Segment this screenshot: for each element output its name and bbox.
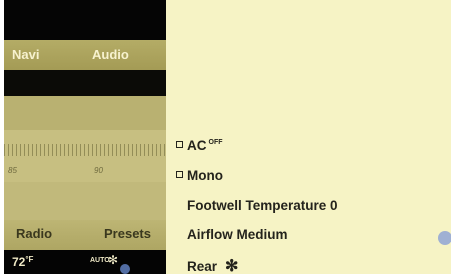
main-nav-bar: Navi Audio bbox=[4, 40, 170, 70]
tab-audio[interactable]: Audio bbox=[92, 47, 129, 62]
ac-toggle[interactable]: AC OFF bbox=[176, 138, 223, 153]
climate-options-menu: AC OFF Mono Footwell Temperature 0 Airflo… bbox=[166, 0, 451, 274]
fan-icon: ✻ bbox=[225, 258, 239, 274]
temperature-readout[interactable]: 72°F bbox=[12, 255, 33, 269]
climate-status-bar: 72°F AUTO ✻ bbox=[4, 250, 170, 274]
divider-band bbox=[4, 70, 170, 96]
infotainment-screen: Navi Audio 85 90 Radio Presets 72°F AUTO… bbox=[4, 0, 451, 274]
footwell-temperature-item[interactable]: Footwell Temperature 0 bbox=[187, 198, 338, 213]
frequency-scale[interactable]: 85 90 bbox=[4, 130, 170, 182]
ac-status: OFF bbox=[208, 139, 223, 146]
rear-item[interactable]: Rear ✻ bbox=[187, 256, 238, 274]
audio-footer-bar: Radio Presets bbox=[4, 220, 170, 250]
scale-label-90: 90 bbox=[94, 166, 103, 175]
temperature-value: 72 bbox=[12, 255, 26, 269]
tab-navi[interactable]: Navi bbox=[12, 47, 39, 62]
auto-label: AUTO bbox=[90, 257, 110, 264]
background-audio-screen: Navi Audio 85 90 Radio Presets 72°F AUTO… bbox=[4, 0, 170, 274]
temperature-unit: °F bbox=[25, 255, 34, 264]
airflow-item[interactable]: Airflow Medium bbox=[187, 227, 288, 242]
station-panel bbox=[4, 96, 170, 130]
touch-cursor-indicator bbox=[438, 231, 451, 245]
mono-label: Mono bbox=[187, 168, 223, 183]
scale-label-85: 85 bbox=[8, 166, 17, 175]
touch-cursor-indicator bbox=[120, 264, 130, 274]
ac-label: AC bbox=[187, 138, 207, 153]
lower-panel bbox=[4, 182, 170, 220]
tab-presets[interactable]: Presets bbox=[104, 226, 151, 241]
mono-toggle[interactable]: Mono bbox=[176, 168, 223, 183]
top-dark-area bbox=[4, 0, 170, 40]
mono-checkbox[interactable] bbox=[176, 171, 183, 178]
fan-icon[interactable]: ✻ bbox=[108, 253, 118, 267]
frequency-ruler bbox=[4, 144, 170, 156]
ac-checkbox[interactable] bbox=[176, 141, 183, 148]
rear-label: Rear bbox=[187, 259, 218, 274]
tab-radio[interactable]: Radio bbox=[16, 226, 52, 241]
